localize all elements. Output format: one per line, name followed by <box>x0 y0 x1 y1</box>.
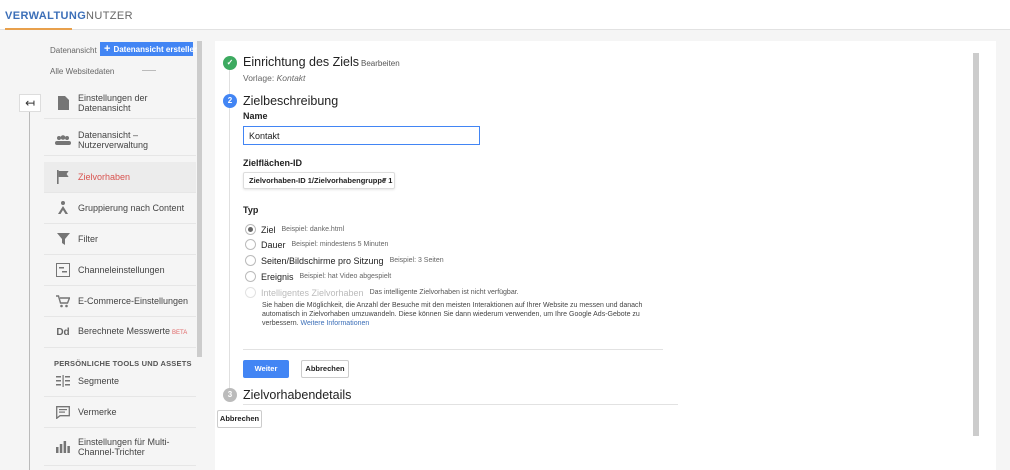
sidebar-item-annotations[interactable]: Vermerke <box>44 397 196 428</box>
goal-type-option-duration[interactable]: Dauer Beispiel: mindestens 5 Minuten <box>245 237 389 251</box>
sidebar-item-label: Filter <box>78 234 98 244</box>
template-prefix: Vorlage: <box>243 73 275 83</box>
people-icon <box>55 132 71 148</box>
sidebar-item-filter[interactable]: Filter <box>44 224 196 255</box>
back-arrow-icon[interactable]: ↤ <box>19 94 41 112</box>
option-label: Dauer <box>261 239 286 250</box>
goal-name-input[interactable] <box>243 126 480 145</box>
sidebar-item-label: Datenansicht – Nutzerverwaltung <box>78 130 149 150</box>
sidebar-item-label: Gruppierung nach Content <box>78 203 185 213</box>
option-example: Das intelligente Zielvorhaben ist nicht … <box>369 289 519 297</box>
step-number: 2 <box>223 94 237 108</box>
cancel-step-button[interactable]: Abbrechen <box>301 360 349 378</box>
divider <box>243 349 663 350</box>
option-example: Beispiel: danke.html <box>281 226 345 234</box>
template-info: Vorlage: Kontakt <box>243 73 305 83</box>
radio-selected[interactable] <box>245 224 256 236</box>
step-title: Zielbeschreibung <box>243 94 339 108</box>
sidebar-item-view-settings[interactable]: Einstellungen der Datenansicht <box>44 88 196 119</box>
goal-type-option-destination[interactable]: Ziel Beispiel: danke.html <box>245 222 345 236</box>
page-scrollbar[interactable] <box>973 53 979 436</box>
view-label: Datenansicht <box>50 46 97 55</box>
goal-id-select[interactable]: Zielvorhaben-ID 1/Zielvorhabengruppe 1 ▼ <box>243 172 395 189</box>
cart-icon <box>55 293 71 309</box>
chevron-down-icon: ▼ <box>381 177 388 184</box>
option-label: Ereignis <box>261 271 294 282</box>
sidebar-item-label: Segmente <box>78 376 120 386</box>
sidebar-item-label: E-Commerce-Einstellungen <box>78 296 189 306</box>
create-view-button[interactable]: + Datenansicht erstellen <box>100 42 199 56</box>
step-number: 3 <box>223 388 237 402</box>
sidebar-item-label: Zielvorhaben <box>78 172 131 182</box>
sidebar-item-ecommerce[interactable]: E-Commerce-Einstellungen <box>44 286 196 317</box>
learn-more-link[interactable]: Weitere Informationen <box>301 320 370 327</box>
sidebar-item-label: Einstellungen für Multi-Channel-Trichter <box>78 436 170 457</box>
goal-id-value: Zielvorhaben-ID 1/Zielvorhabengruppe 1 <box>249 176 393 185</box>
tab-nutzer[interactable]: NUTZER <box>86 10 133 22</box>
goal-type-option-event[interactable]: Ereignis Beispiel: hat Video abgespielt <box>245 269 392 283</box>
channel-icon <box>55 262 71 278</box>
option-example: Beispiel: hat Video abgespielt <box>299 273 392 281</box>
goal-id-label: Zielflächen-ID <box>243 158 303 168</box>
calculated-metrics-label: Berechnete Messwerte <box>78 326 171 336</box>
cancel-button[interactable]: Abbrechen <box>217 410 262 428</box>
radio[interactable] <box>245 255 256 267</box>
sidebar-item-label: Einstellungen der Datenansicht <box>78 93 148 113</box>
radio[interactable] <box>245 271 256 283</box>
sidebar-item-multichannel[interactable]: Einstellungen für Multi-Channel-Trichter <box>44 428 196 466</box>
sidebar-item-view-users[interactable]: Datenansicht – Nutzerverwaltung <box>44 125 196 156</box>
top-tab-bar: VERWALTUNG NUTZER <box>0 0 1010 30</box>
goal-type-option-smart: Intelligentes Zielvorhaben Das intelligen… <box>245 285 519 299</box>
template-value: Kontakt <box>276 73 306 83</box>
option-label: Seiten/Bildschirme pro Sitzung <box>261 255 384 266</box>
goal-editor-panel: ✓ Einrichtung des Ziels Bearbeiten Vorla… <box>215 41 996 470</box>
dd-icon: Dd <box>56 326 70 338</box>
step-title: Einrichtung des Ziels <box>243 55 360 69</box>
option-label: Ziel <box>261 224 276 235</box>
beta-badge: BETA <box>172 330 188 336</box>
sidebar-item-goals[interactable]: Zielvorhaben <box>44 162 196 193</box>
annotation-icon <box>55 404 71 420</box>
option-example: Beispiel: 3 Seiten <box>389 257 444 265</box>
sidebar-item-calculated-metrics[interactable]: Dd Berechnete Messwerte BETA <box>44 317 196 348</box>
continue-button[interactable]: Weiter <box>243 360 289 378</box>
content-grouping-icon <box>55 200 71 216</box>
radio[interactable] <box>245 239 256 251</box>
step-title: Zielvorhabendetails <box>243 388 352 402</box>
plus-icon: + <box>104 43 111 55</box>
admin-sidebar: Datenansicht + Datenansicht erstellen All… <box>44 30 199 470</box>
sidebar-item-label: Berechnete Messwerte BETA <box>78 326 190 338</box>
sidebar-item-segments[interactable]: Segmente <box>44 366 196 397</box>
view-selector[interactable]: Alle Websitedaten <box>50 67 114 76</box>
steps-connector-line <box>229 63 230 395</box>
document-icon <box>55 95 71 111</box>
sidebar-scrollbar[interactable] <box>197 41 202 357</box>
divider <box>243 404 678 405</box>
goal-type-option-pages[interactable]: Seiten/Bildschirme pro Sitzung Beispiel: … <box>245 253 444 267</box>
view-selector-underline <box>142 70 156 71</box>
option-example: Beispiel: mindestens 5 Minuten <box>291 241 389 249</box>
sidebar-item-channel-settings[interactable]: Channeleinstellungen <box>44 255 196 286</box>
nav-divider-line <box>29 112 30 470</box>
check-icon: ✓ <box>223 56 237 70</box>
sidebar-item-label: Vermerke <box>78 407 117 417</box>
bar-chart-icon <box>55 439 71 455</box>
filter-icon <box>55 231 71 247</box>
tab-verwaltung[interactable]: VERWALTUNG <box>5 10 86 22</box>
flag-icon <box>55 169 71 185</box>
segments-icon <box>55 373 71 389</box>
sidebar-item-label: Channeleinstellungen <box>78 265 165 275</box>
sidebar-item-content-grouping[interactable]: Gruppierung nach Content <box>44 193 196 224</box>
radio-disabled <box>245 287 256 299</box>
option-label: Intelligentes Zielvorhaben <box>261 287 364 298</box>
edit-link[interactable]: Bearbeiten <box>361 59 400 68</box>
smart-goal-description: Sie haben die Möglichkeit, die Anzahl de… <box>262 301 662 328</box>
create-view-label: Datenansicht erstellen <box>113 45 199 54</box>
type-label: Typ <box>243 205 259 215</box>
name-label: Name <box>243 111 268 121</box>
